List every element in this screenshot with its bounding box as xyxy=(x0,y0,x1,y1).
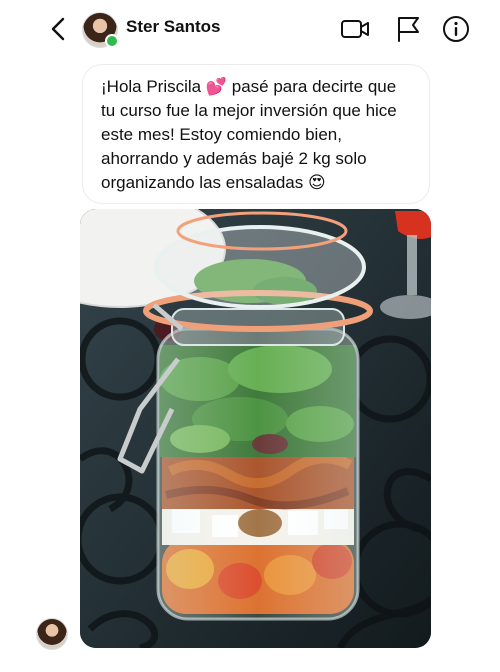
message-line: tu curso fue la mejor inversión que hice xyxy=(101,101,397,120)
message-bubble[interactable]: ¡Hola Priscila 💕 pasé para decirte que t… xyxy=(82,64,430,204)
video-call-button[interactable] xyxy=(340,14,370,44)
chevron-left-icon xyxy=(51,17,65,41)
message-line: ahorrando y además bajé 2 kg solo xyxy=(101,149,367,168)
salad-jar-photo xyxy=(80,209,431,648)
sender-avatar[interactable] xyxy=(36,618,68,650)
message-line: ¡Hola Priscila 💕 pasé para decirte que xyxy=(101,77,397,96)
info-button[interactable] xyxy=(441,14,471,44)
back-button[interactable] xyxy=(44,14,74,44)
contact-name[interactable]: Ster Santos xyxy=(126,17,220,37)
video-camera-icon xyxy=(341,20,369,38)
message-line: este mes! Estoy comiendo bien, xyxy=(101,125,342,144)
message-text: ¡Hola Priscila 💕 pasé para decirte que t… xyxy=(101,75,421,195)
chat-header: Ster Santos xyxy=(0,0,500,58)
message-line: organizando las ensaladas 😍 xyxy=(101,173,326,192)
photo-message[interactable] xyxy=(80,209,431,648)
info-icon xyxy=(443,16,469,42)
flag-icon xyxy=(398,17,419,42)
online-status-indicator xyxy=(105,34,119,48)
contact-avatar[interactable] xyxy=(82,12,119,48)
report-button[interactable] xyxy=(393,14,423,44)
